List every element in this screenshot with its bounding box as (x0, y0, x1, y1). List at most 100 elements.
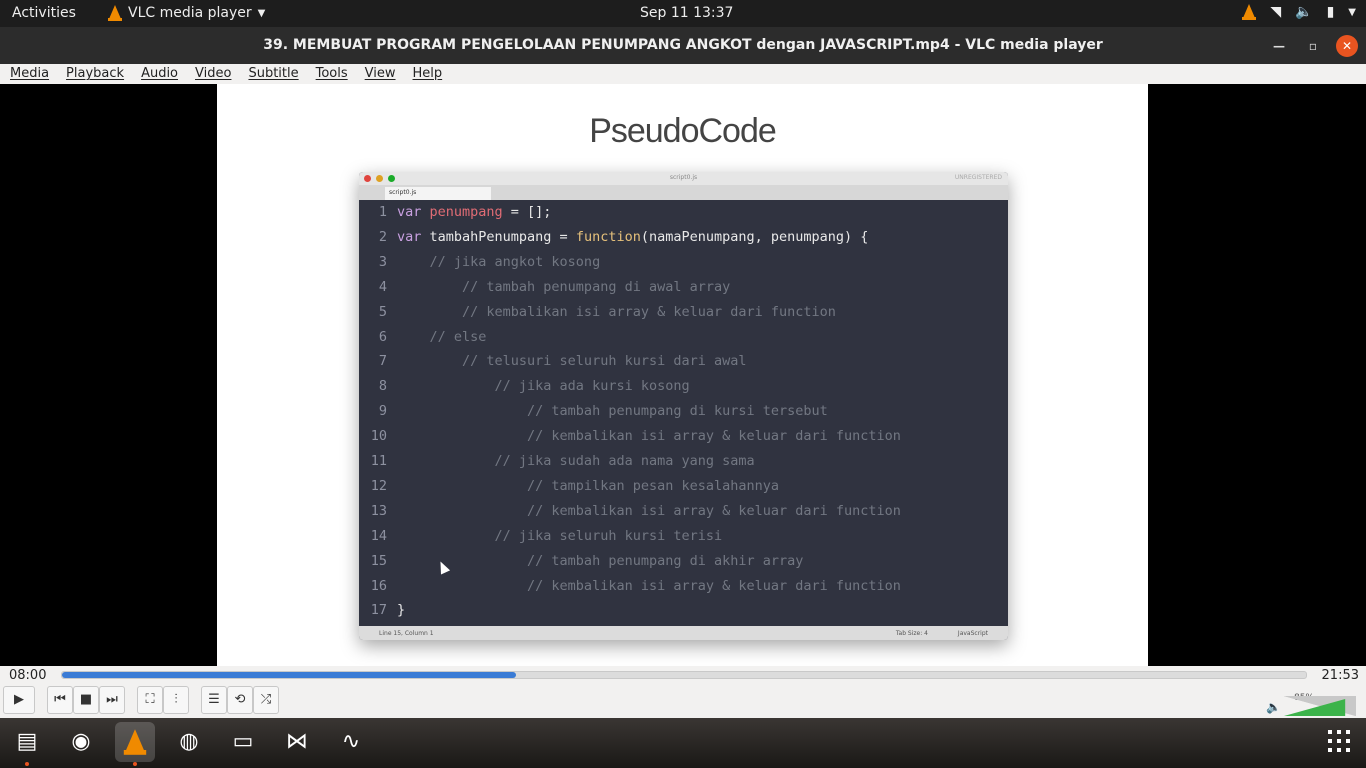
code-line: 15 // tambah penumpang di akhir array (359, 549, 804, 574)
code-token: // kembalikan isi array & keluar dari fu… (397, 428, 901, 445)
code-text: // jika sudah ada nama yang sama (387, 453, 755, 469)
extended-settings-button[interactable]: ⫶ (163, 686, 189, 714)
code-text: } (387, 602, 405, 618)
editor-title-bar: script0.js UNREGISTERED (359, 172, 1008, 185)
code-token: // jika ada kursi kosong (397, 378, 690, 395)
code-text: var tambahPenumpang = function(namaPenum… (387, 229, 868, 245)
chrome-icon[interactable]: ◍ (169, 722, 209, 762)
code-text: // jika seluruh kursi terisi (387, 527, 723, 544)
code-line: 16 // kembalikan isi array & keluar dari… (359, 574, 901, 599)
menu-audio[interactable]: Audio (131, 64, 185, 84)
editor-title: script0.js (669, 174, 698, 181)
code-text: // kembalikan isi array & keluar dari fu… (387, 578, 901, 594)
stop-button[interactable]: ■ (73, 686, 99, 714)
seek-bar-fill (62, 672, 517, 678)
playlist-icon: ☰ (208, 692, 220, 707)
wifi-icon: ◥ (1270, 4, 1282, 20)
running-indicator (133, 762, 137, 766)
play-icon: ▶ (14, 692, 24, 707)
code-line: 7 // telusuri seluruh kursi dari awal (359, 349, 747, 374)
code-token: // else (397, 328, 487, 345)
slide-heading: PseudoCode (589, 112, 777, 150)
line-number: 1 (378, 204, 387, 220)
code-token: // tampilkan pesan kesalahannya (397, 477, 780, 494)
video-frame: PseudoCode script0.js UNREGISTERED scrip… (217, 84, 1148, 666)
line-number: 4 (378, 278, 387, 295)
editor-status-position: Line 15, Column 1 (379, 630, 434, 637)
code-text: // tambah penumpang di akhir array (387, 553, 803, 569)
vlc-icon (108, 5, 122, 21)
code-token: // jika angkot kosong (397, 253, 601, 270)
title-bar: 39. MEMBUAT PROGRAM PENGELOLAAN PENUMPAN… (0, 27, 1366, 64)
minimize-button[interactable]: — (1268, 35, 1290, 57)
code-text: var penumpang = []; (387, 204, 551, 220)
menu-help[interactable]: Help (403, 64, 450, 84)
maximize-button[interactable]: ▫ (1302, 35, 1324, 57)
system-tray[interactable]: ◥ 🔈 ▮ ▼ (1242, 4, 1356, 20)
menu-tools[interactable]: Tools (306, 64, 355, 84)
line-number: 15 (370, 552, 387, 569)
code-token: // tambah penumpang di akhir array (397, 552, 804, 569)
code-text: // tambah penumpang di kursi tersebut (387, 403, 828, 419)
line-number: 8 (378, 378, 387, 395)
code-line: 6 // else (359, 325, 487, 350)
shuffle-button[interactable]: ⤮ (253, 686, 279, 714)
terminal-icon[interactable]: ▭ (223, 722, 263, 762)
code-token: (namaPenumpang, penumpang) { (640, 228, 869, 245)
line-number: 6 (378, 328, 387, 345)
line-number: 3 (378, 253, 387, 270)
close-button[interactable]: ✕ (1336, 35, 1358, 57)
activities-button[interactable]: Activities (12, 5, 76, 21)
vlc-tray-icon[interactable] (1242, 4, 1257, 20)
window-title: 39. MEMBUAT PROGRAM PENGELOLAAN PENUMPAN… (263, 37, 1103, 53)
line-number: 11 (370, 453, 387, 469)
code-line: 9 // tambah penumpang di kursi tersebut (359, 399, 828, 424)
menu-video[interactable]: Video (185, 64, 238, 84)
line-number: 14 (370, 527, 387, 544)
code-token: // tambah penumpang di kursi tersebut (397, 403, 828, 420)
previous-button[interactable]: ⏮ (47, 686, 73, 714)
code-token: // kembalikan isi array & keluar dari fu… (397, 502, 901, 519)
menu-subtitle[interactable]: Subtitle (238, 64, 305, 84)
code-token: // kembalikan isi array & keluar dari fu… (397, 303, 836, 320)
show-applications-icon[interactable] (1328, 730, 1350, 752)
battery-icon: ▮ (1326, 4, 1335, 20)
code-token: penumpang (429, 204, 503, 220)
system-monitor-icon[interactable]: ∿ (331, 722, 371, 762)
editor-tab: script0.js (385, 187, 491, 200)
loop-button[interactable]: ⟲ (227, 686, 253, 714)
next-button[interactable]: ⏭ (99, 686, 125, 714)
app-menu[interactable]: VLC media player ▼ (108, 5, 265, 21)
clock[interactable]: Sep 11 13:37 (640, 5, 733, 21)
code-token: var (397, 228, 430, 245)
playlist-button[interactable]: ☰ (201, 686, 227, 714)
code-token: // jika seluruh kursi terisi (397, 527, 723, 544)
firefox-icon[interactable]: ◉ (61, 722, 101, 762)
volume-slider[interactable]: 🔈 85% (1266, 686, 1358, 716)
vlc-icon (123, 729, 147, 755)
code-text: // kembalikan isi array & keluar dari fu… (387, 503, 901, 519)
files-icon[interactable]: ▤ (7, 722, 47, 762)
code-line: 17} (359, 598, 405, 623)
volume-icon: 🔈 (1295, 4, 1313, 20)
code-text: // kembalikan isi array & keluar dari fu… (387, 304, 836, 320)
video-area[interactable]: PseudoCode script0.js UNREGISTERED scrip… (0, 84, 1366, 666)
fullscreen-button[interactable]: ⛶ (137, 686, 163, 714)
elapsed-time[interactable]: 08:00 (9, 668, 46, 683)
editor-status-language: JavaScript (957, 630, 988, 637)
play-button[interactable]: ▶ (3, 686, 35, 714)
menu-media[interactable]: Media (0, 64, 56, 84)
loop-icon: ⟲ (234, 692, 246, 707)
code-line: 13 // kembalikan isi array & keluar dari… (359, 499, 901, 524)
vscode-icon[interactable]: ⋈ (277, 722, 317, 762)
code-token: tambahPenumpang = (429, 228, 576, 245)
seek-bar[interactable] (61, 671, 1307, 679)
equalizer-icon: ⫶ (174, 692, 178, 707)
menu-playback[interactable]: Playback (56, 64, 131, 84)
code-line: 4 // tambah penumpang di awal array (359, 275, 730, 300)
total-time[interactable]: 21:53 (1322, 668, 1359, 683)
menu-view[interactable]: View (355, 64, 403, 84)
code-text: // tambah penumpang di awal array (387, 279, 730, 295)
speaker-icon: 🔈 (1266, 700, 1281, 714)
vlc-dock-icon[interactable] (115, 722, 155, 762)
